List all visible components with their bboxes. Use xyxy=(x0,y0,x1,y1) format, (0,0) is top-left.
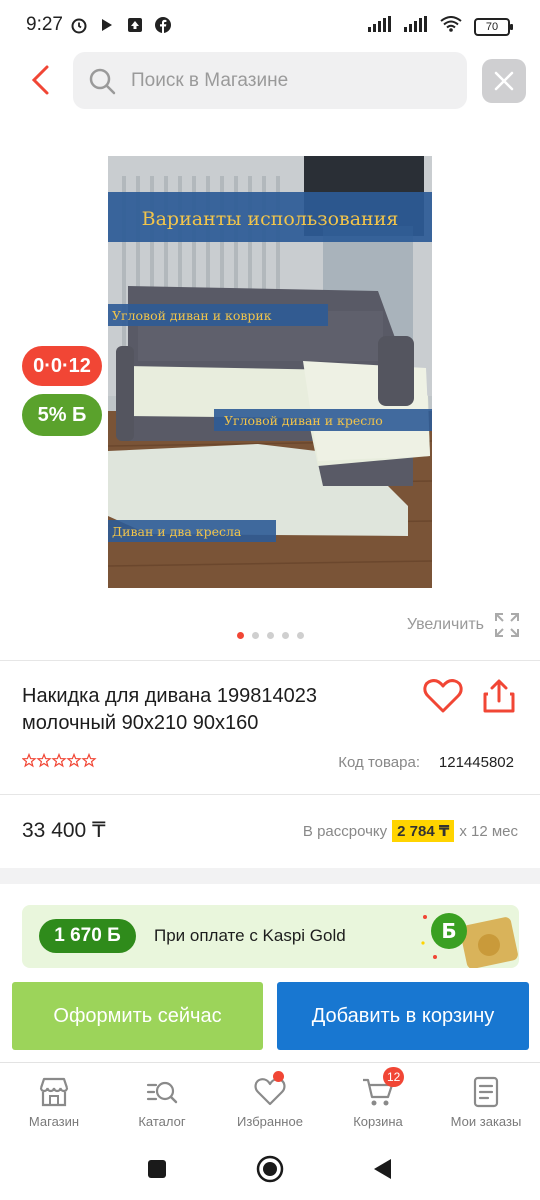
bottom-tab-bar: Магазин Каталог Избранное 12 Корзина Мои… xyxy=(0,1062,540,1142)
image-label-1: Угловой диван и коврик xyxy=(112,308,272,323)
tab-catalog[interactable]: Каталог xyxy=(108,1063,216,1142)
orders-icon xyxy=(473,1076,499,1108)
tab-shop[interactable]: Магазин xyxy=(0,1063,108,1142)
add-to-cart-button[interactable]: Добавить в корзину xyxy=(277,982,529,1050)
gallery-pagination xyxy=(0,632,540,639)
favorite-button[interactable] xyxy=(423,678,467,718)
product-code-label: Код товара: xyxy=(338,754,420,771)
bonus-badge: 5% Б xyxy=(22,394,102,436)
tab-orders[interactable]: Мои заказы xyxy=(432,1063,540,1142)
signal-icon-2 xyxy=(404,16,428,37)
installment-suffix: x 12 мес xyxy=(459,822,518,840)
play-icon xyxy=(98,16,116,34)
kaspi-gold-text: При оплате с Kaspi Gold xyxy=(154,926,346,945)
tab-label: Магазин xyxy=(28,1114,80,1129)
system-nav-bar xyxy=(0,1142,540,1200)
kaspi-gold-card-icon: Б xyxy=(421,913,518,968)
gallery-dot[interactable] xyxy=(236,632,244,639)
installment-info: В рассрочку 2 784 ₸ x 12 мес xyxy=(303,820,518,842)
image-label-2: Угловой диван и кресло xyxy=(224,413,383,428)
buy-now-button[interactable]: Оформить сейчас xyxy=(12,982,263,1050)
square-icon xyxy=(148,1159,166,1178)
gallery-dot[interactable] xyxy=(266,632,274,639)
cart-count-badge: 12 xyxy=(383,1067,405,1087)
gallery-dot[interactable] xyxy=(251,632,259,639)
recents-button[interactable] xyxy=(146,1158,168,1185)
share-button[interactable] xyxy=(482,678,522,718)
shop-icon xyxy=(39,1077,69,1107)
alarm-icon xyxy=(70,16,88,34)
home-button[interactable] xyxy=(256,1155,284,1188)
back-button[interactable] xyxy=(24,60,56,100)
clear-search-button[interactable] xyxy=(482,59,526,103)
upload-icon xyxy=(126,16,144,34)
tab-label: Избранное xyxy=(237,1114,303,1129)
tab-favorites[interactable]: Избранное xyxy=(216,1063,324,1142)
catalog-search-icon xyxy=(146,1081,178,1104)
tab-label: Корзина xyxy=(353,1114,403,1129)
product-price: 33 400 ₸ xyxy=(22,819,106,842)
search-icon xyxy=(89,68,116,94)
product-code-value: 121445802 xyxy=(438,754,514,771)
installment-prefix: В рассрочку xyxy=(302,822,388,840)
divider xyxy=(0,660,540,661)
wifi-icon xyxy=(440,16,462,37)
divider xyxy=(0,794,540,795)
installment-amount: 2 784 ₸ xyxy=(392,820,455,842)
tab-label: Мои заказы xyxy=(450,1114,522,1129)
gallery-dot[interactable] xyxy=(281,632,289,639)
facebook-icon xyxy=(154,16,172,34)
product-title: Накидка для дивана 199814023 молочный 90… xyxy=(22,685,317,734)
svg-text:Б: Б xyxy=(441,919,456,943)
image-heading: Варианты использования xyxy=(142,208,399,230)
image-label-3: Диван и два кресла xyxy=(112,524,242,539)
status-bar: 9:27 70 xyxy=(0,0,540,52)
tab-label: Каталог xyxy=(138,1114,186,1129)
triangle-back-icon xyxy=(374,1158,391,1179)
close-icon xyxy=(494,71,514,91)
share-icon xyxy=(483,679,515,713)
installment-badge: 0·0·12 xyxy=(22,346,102,386)
chevron-left-icon xyxy=(31,65,49,95)
kaspi-gold-banner[interactable]: 1 670 Б При оплате с Kaspi Gold Б xyxy=(22,905,519,968)
kaspi-bonus-pill: 1 670 Б xyxy=(39,919,136,953)
gallery-dot[interactable] xyxy=(296,632,304,639)
product-image[interactable]: Варианты использования Угловой диван и к… xyxy=(108,156,432,588)
home-circle-icon xyxy=(256,1155,284,1182)
rating-stars[interactable] xyxy=(22,753,100,769)
back-nav-button[interactable] xyxy=(372,1157,394,1186)
search-placeholder: Поиск в Магазине xyxy=(131,69,289,91)
section-separator xyxy=(0,868,540,884)
signal-icon xyxy=(368,16,392,37)
heart-icon xyxy=(423,679,463,713)
search-input[interactable]: Поиск в Магазине xyxy=(73,52,467,109)
status-time: 9:27 xyxy=(26,14,63,35)
notification-dot xyxy=(273,1071,284,1082)
battery-indicator: 70 xyxy=(474,17,513,36)
tab-cart[interactable]: 12 Корзина xyxy=(324,1063,432,1142)
